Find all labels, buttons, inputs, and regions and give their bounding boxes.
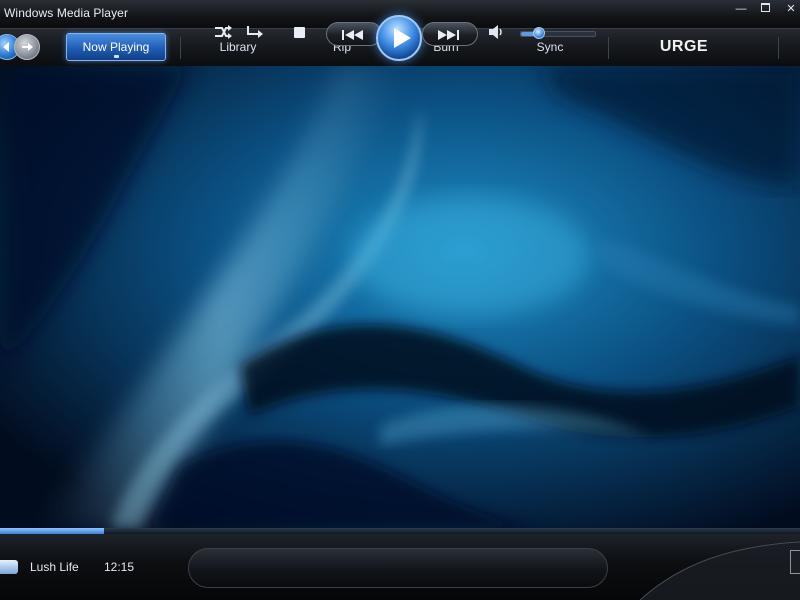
maximize-button[interactable]	[754, 2, 776, 16]
forward-button[interactable]	[14, 34, 40, 60]
previous-icon	[342, 30, 363, 40]
close-icon: ✕	[786, 3, 796, 15]
volume-knob[interactable]	[532, 27, 545, 39]
minimize-icon: —	[735, 3, 747, 15]
visualization-graphic	[0, 66, 800, 528]
nav-edge	[778, 37, 800, 59]
visualization	[0, 66, 800, 528]
elapsed-time: 12:15	[104, 560, 135, 574]
back-arrow-icon	[3, 42, 9, 52]
tab-sync[interactable]: Sync	[520, 33, 580, 61]
close-button[interactable]: ✕	[780, 2, 800, 16]
tab-divider	[180, 37, 181, 59]
next-icon	[438, 30, 459, 40]
forward-arrow-icon	[22, 43, 33, 51]
previous-button[interactable]	[326, 22, 382, 46]
next-button[interactable]	[422, 22, 478, 46]
urge-store-tab[interactable]: URGE	[646, 33, 722, 61]
volume-slider[interactable]	[520, 31, 596, 37]
control-bar-decoration	[640, 541, 800, 600]
maximize-icon	[760, 3, 770, 12]
tab-divider	[608, 37, 609, 59]
album-art-icon	[0, 560, 18, 574]
play-icon	[394, 28, 411, 48]
tab-now-playing[interactable]: Now Playing	[66, 33, 166, 61]
stop-button[interactable]	[294, 27, 305, 38]
transport-panel	[188, 548, 608, 588]
shuffle-button[interactable]	[212, 23, 234, 43]
speaker-icon	[489, 25, 502, 39]
repeat-icon	[247, 26, 263, 38]
tab-library[interactable]: Library	[198, 33, 278, 61]
switch-to-compact-mode-button[interactable]	[790, 550, 800, 574]
minimize-button[interactable]: —	[730, 2, 752, 16]
shuffle-icon	[215, 25, 232, 39]
play-button[interactable]	[376, 15, 422, 61]
repeat-button[interactable]	[244, 23, 266, 43]
window-title: Windows Media Player	[4, 6, 129, 20]
track-title: Lush Life	[30, 560, 79, 574]
mute-button[interactable]	[488, 23, 504, 43]
